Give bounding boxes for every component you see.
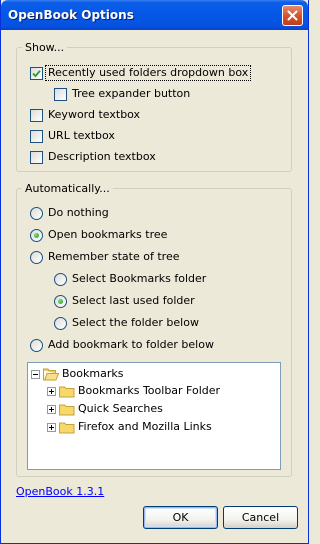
- title-bar[interactable]: OpenBook Options: [1, 0, 308, 30]
- checkbox-url[interactable]: URL textbox: [30, 128, 115, 144]
- radio-button[interactable]: [30, 228, 43, 242]
- tree-node-bookmarks[interactable]: Bookmarks: [31, 365, 123, 383]
- tree-node-label: Quick Searches: [78, 402, 163, 415]
- tree-node-firefox-links[interactable]: Firefox and Mozilla Links: [47, 418, 212, 436]
- radio-select-last-used[interactable]: Select last used folder: [54, 293, 195, 309]
- options-dialog: OpenBook Options Show... Recently used f…: [0, 0, 309, 544]
- close-button[interactable]: [282, 5, 303, 26]
- checkbox[interactable]: [30, 108, 43, 122]
- checkbox-label: Recently used folders dropdown box: [44, 65, 252, 81]
- checkbox-tree-expander[interactable]: Tree expander button: [54, 86, 190, 102]
- folder-icon: [59, 386, 75, 397]
- radio-label: Do nothing: [48, 206, 109, 219]
- version-link[interactable]: OpenBook 1.3.1: [16, 485, 104, 498]
- checkbox-label: Keyword textbox: [48, 108, 141, 121]
- radio-label: Select last used folder: [72, 294, 195, 307]
- radio-button[interactable]: [30, 250, 43, 264]
- checkbox[interactable]: [54, 87, 67, 101]
- checkbox-label: Description textbox: [48, 150, 156, 163]
- tree-expander-icon[interactable]: [31, 369, 40, 379]
- checkbox-label: URL textbox: [48, 129, 115, 142]
- radio-select-bookmarks-folder[interactable]: Select Bookmarks folder: [54, 271, 206, 287]
- auto-group-title: Automatically...: [22, 182, 113, 195]
- radio-button[interactable]: [30, 206, 43, 220]
- radio-open-tree[interactable]: Open bookmarks tree: [30, 227, 167, 243]
- folder-icon: [59, 422, 75, 433]
- radio-add-to-folder[interactable]: Add bookmark to folder below: [30, 337, 214, 353]
- checkbox-keyword[interactable]: Keyword textbox: [30, 107, 140, 123]
- tree-node-toolbar-folder[interactable]: Bookmarks Toolbar Folder: [47, 382, 220, 400]
- radio-label: Add bookmark to folder below: [48, 338, 214, 351]
- radio-button[interactable]: [54, 272, 67, 286]
- checkbox[interactable]: [30, 129, 43, 143]
- checkbox-label: Tree expander button: [72, 87, 191, 100]
- tree-node-label: Bookmarks Toolbar Folder: [78, 384, 221, 397]
- tree-node-label: Firefox and Mozilla Links: [78, 420, 212, 433]
- radio-label: Open bookmarks tree: [48, 228, 168, 241]
- tree-expander-icon[interactable]: [47, 404, 56, 414]
- radio-remember-state[interactable]: Remember state of tree: [30, 249, 179, 265]
- folder-tree[interactable]: Bookmarks Bookmarks Toolbar Folder Quick…: [27, 362, 281, 470]
- close-icon: [287, 10, 298, 21]
- tree-node-quick-searches[interactable]: Quick Searches: [47, 400, 163, 418]
- window-title: OpenBook Options: [8, 8, 134, 22]
- folder-open-icon: [43, 368, 59, 380]
- checkbox[interactable]: [30, 66, 43, 80]
- radio-label: Select Bookmarks folder: [72, 272, 207, 285]
- radio-selected-dot: [34, 232, 39, 238]
- folder-icon: [59, 404, 75, 415]
- radio-selected-dot: [58, 298, 63, 304]
- radio-label: Select the folder below: [72, 316, 199, 329]
- radio-button[interactable]: [54, 294, 67, 308]
- radio-select-folder-below[interactable]: Select the folder below: [54, 315, 199, 331]
- radio-label: Remember state of tree: [48, 250, 180, 263]
- checkmark-icon: [32, 69, 41, 77]
- tree-node-label: Bookmarks: [62, 367, 124, 380]
- radio-do-nothing[interactable]: Do nothing: [30, 205, 109, 221]
- cancel-button[interactable]: Cancel: [223, 506, 298, 529]
- show-group-title: Show...: [22, 41, 68, 54]
- tree-expander-icon[interactable]: [47, 386, 56, 396]
- tree-expander-icon[interactable]: [47, 422, 56, 432]
- radio-button[interactable]: [30, 338, 43, 352]
- ok-button[interactable]: OK: [143, 506, 218, 529]
- checkbox[interactable]: [30, 150, 43, 164]
- checkbox-recent-folders[interactable]: Recently used folders dropdown box: [30, 65, 252, 81]
- radio-button[interactable]: [54, 316, 67, 330]
- checkbox-description[interactable]: Description textbox: [30, 149, 156, 165]
